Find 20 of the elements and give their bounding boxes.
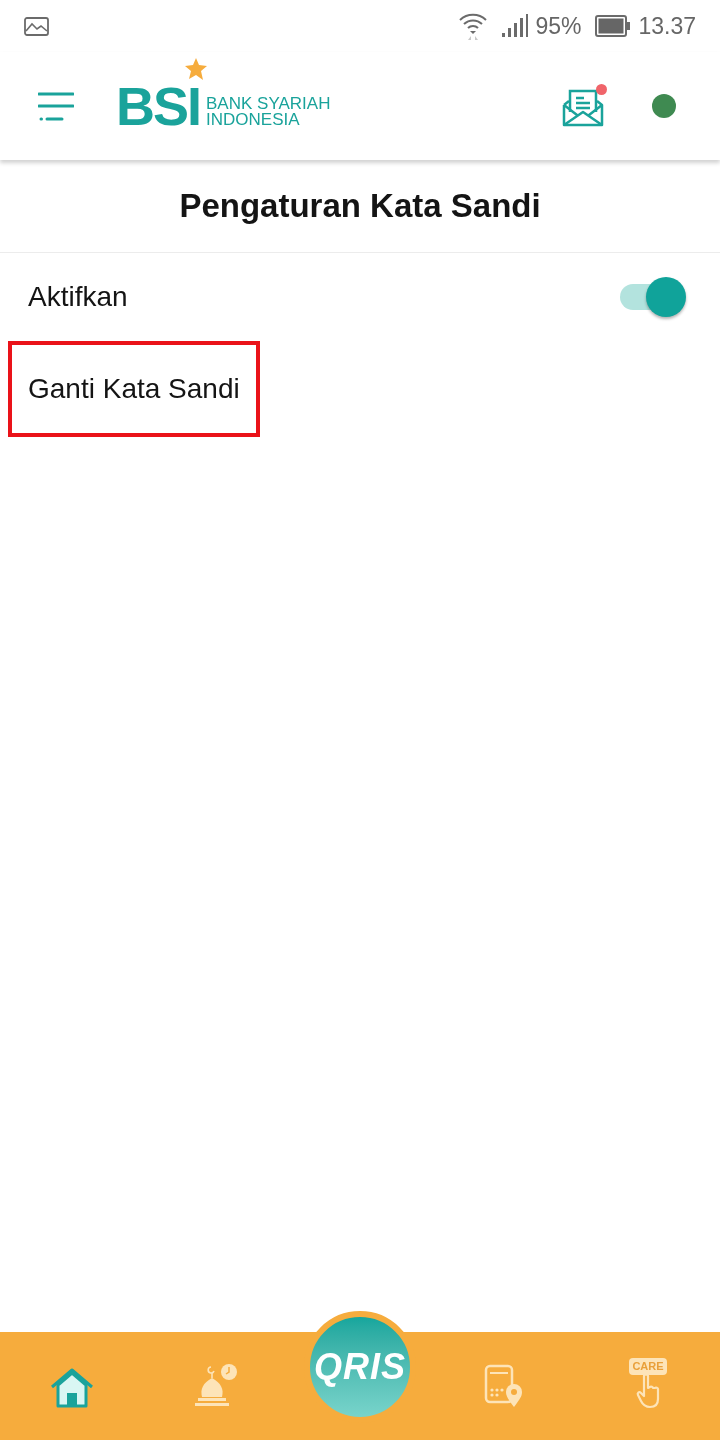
avatar-icon[interactable] [652, 94, 676, 118]
battery-icon [595, 15, 631, 37]
menu-item[interactable]: Ganti Kata Sandi [8, 341, 260, 437]
clock-time: 13.37 [638, 11, 696, 41]
inbox-button[interactable] [562, 86, 606, 128]
setting-label: Aktifkan [27, 280, 129, 314]
toggle-switch[interactable] [620, 276, 686, 318]
battery-percent: 95% [535, 11, 582, 41]
logo-text: BSI [116, 79, 201, 133]
signal-icon [501, 14, 530, 38]
wifi-icon [458, 11, 489, 41]
star-icon [184, 57, 209, 81]
menu-icon [38, 91, 74, 121]
image-icon [24, 16, 49, 36]
menu-button[interactable] [38, 91, 74, 121]
hand-pointer-icon [635, 1373, 661, 1409]
page-title: Pengaturan Kata Sandi [179, 186, 541, 227]
care-tab[interactable]: CARE [625, 1358, 671, 1414]
mail-icon [562, 88, 604, 128]
bank-name: BANK SYARIAH INDONESIA [206, 96, 331, 128]
